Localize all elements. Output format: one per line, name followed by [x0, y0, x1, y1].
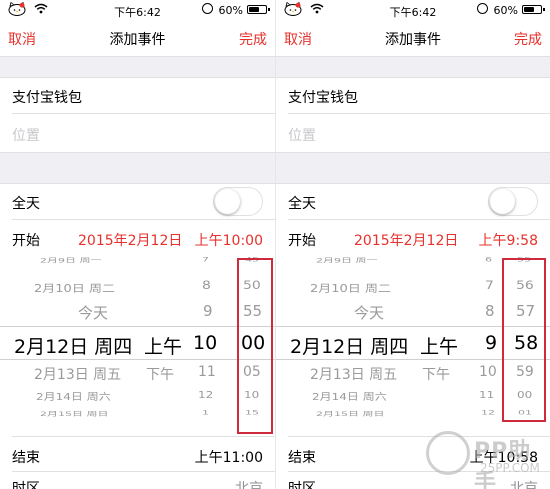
picker-date-item[interactable]: 2月13日 周五	[34, 364, 121, 384]
page-title: 添加事件	[109, 32, 166, 48]
comparison-screenshot: 下午6:42 60% 取消 添加事件 完成 支付宝钱包 位置 全天 开始 201…	[0, 0, 550, 489]
picker-date-item[interactable]: 2月9日 周一	[316, 256, 378, 265]
nav-bar: 取消 添加事件 完成	[0, 20, 275, 56]
picker-hour-item[interactable]: 10	[479, 364, 497, 380]
start-row[interactable]: 开始 2015年2月12日 上午9:58	[276, 219, 550, 257]
timezone-label: 时区	[288, 481, 316, 489]
picker-hour-item[interactable]: 11	[198, 364, 216, 380]
battery-percent: 60%	[493, 4, 518, 17]
all-day-row: 全天	[0, 182, 275, 220]
battery-icon	[247, 5, 270, 14]
start-label: 开始	[12, 233, 40, 249]
picker-hour-item[interactable]: 1	[202, 409, 209, 416]
add-event-screen-1: 下午6:42 60% 取消 添加事件 完成 支付宝钱包 位置 全天 开始 201…	[0, 0, 275, 489]
picker-hour-item[interactable]: 8	[202, 280, 211, 293]
picker-hour-item[interactable]: 12	[198, 389, 213, 400]
all-day-toggle[interactable]	[488, 187, 538, 216]
pp-watermark: PP助手 25PP.COM	[426, 425, 546, 489]
battery-level	[249, 7, 259, 12]
picker-date-item[interactable]: 2月14日 周六	[312, 390, 387, 404]
picker-date-selected[interactable]: 2月12日 周四	[14, 332, 132, 359]
battery-level	[524, 7, 534, 12]
picker-hour-selected[interactable]: 10	[193, 332, 217, 354]
section-gap	[276, 56, 550, 78]
pp-logo-icon	[426, 431, 470, 475]
picker-hour-item[interactable]: 7	[202, 256, 209, 263]
done-button[interactable]: 完成	[239, 29, 267, 49]
all-day-label: 全天	[288, 196, 316, 212]
minute-highlight-box	[502, 258, 546, 422]
minute-highlight-box	[237, 258, 273, 434]
location-placeholder: 位置	[12, 128, 40, 144]
status-bar: 下午6:42 60%	[276, 0, 550, 20]
picker-ampm-item[interactable]: 下午	[146, 364, 174, 384]
picker-ampm-selected[interactable]: 上午	[144, 332, 182, 359]
all-day-label: 全天	[12, 196, 40, 212]
picker-date-item[interactable]: 2月10日 周二	[310, 280, 391, 295]
status-bar: 下午6:42 60%	[0, 0, 275, 20]
start-row[interactable]: 开始 2015年2月12日 上午10:00	[0, 219, 275, 257]
title-field[interactable]: 支付宝钱包	[0, 76, 275, 114]
watermark-sub: 25PP.COM	[480, 461, 540, 475]
timezone-row[interactable]: 时区 北京	[0, 472, 275, 489]
battery-percent: 60%	[218, 4, 243, 17]
start-time: 上午9:58	[478, 233, 538, 249]
nav-bar: 取消 添加事件 完成	[276, 20, 550, 56]
end-label: 结束	[12, 450, 40, 466]
picker-ampm-item[interactable]: 下午	[422, 364, 450, 384]
start-date: 2015年2月12日	[78, 233, 183, 249]
picker-date-item[interactable]: 2月15日 周日	[316, 410, 385, 419]
section-gap	[0, 56, 275, 78]
location-field[interactable]: 位置	[0, 114, 275, 152]
title-value: 支付宝钱包	[288, 90, 358, 106]
picker-date-item[interactable]: 今天	[78, 302, 108, 323]
all-day-row: 全天	[276, 182, 550, 220]
start-time: 上午10:00	[194, 233, 263, 249]
end-label: 结束	[288, 450, 316, 466]
picker-date-selected[interactable]: 2月12日 周四	[290, 332, 408, 359]
add-event-screen-2: 下午6:42 60% 取消 添加事件 完成 支付宝钱包 位置 全天 开始 201…	[275, 0, 550, 489]
alarm-icon	[477, 3, 488, 14]
picker-date-item[interactable]: 2月15日 周日	[40, 410, 109, 419]
section-gap	[276, 152, 550, 184]
picker-hour-item[interactable]: 7	[485, 280, 494, 293]
all-day-toggle[interactable]	[213, 187, 263, 216]
picker-selection-line	[0, 326, 275, 327]
picker-date-item[interactable]: 2月14日 周六	[36, 390, 111, 404]
toggle-knob	[490, 189, 515, 214]
picker-date-item[interactable]: 2月13日 周五	[310, 364, 397, 384]
section-gap	[0, 152, 275, 184]
battery-icon	[522, 5, 545, 14]
picker-hour-item[interactable]: 9	[203, 302, 213, 320]
location-field[interactable]: 位置	[276, 114, 550, 152]
toggle-knob	[215, 189, 240, 214]
alarm-icon	[202, 3, 213, 14]
start-label: 开始	[288, 233, 316, 249]
title-field[interactable]: 支付宝钱包	[276, 76, 550, 114]
picker-ampm-selected[interactable]: 上午	[420, 332, 458, 359]
date-time-picker[interactable]: 2月9日 周一 2月10日 周二 今天 2月12日 周四 2月13日 周五 2月…	[0, 256, 275, 424]
title-value: 支付宝钱包	[12, 90, 82, 106]
picker-date-item[interactable]: 2月9日 周一	[40, 256, 102, 265]
picker-date-item[interactable]: 2月10日 周二	[34, 280, 115, 295]
timezone-label: 时区	[12, 481, 40, 489]
end-row[interactable]: 结束 上午11:00	[0, 436, 275, 474]
picker-hour-item[interactable]: 6	[485, 256, 492, 263]
done-button[interactable]: 完成	[514, 29, 542, 49]
picker-hour-item[interactable]: 12	[481, 409, 495, 416]
picker-date-item[interactable]: 今天	[354, 302, 384, 323]
location-placeholder: 位置	[288, 128, 316, 144]
picker-hour-item[interactable]: 11	[479, 389, 494, 400]
picker-hour-item[interactable]: 8	[485, 302, 495, 320]
picker-hour-selected[interactable]: 9	[485, 332, 497, 354]
picker-selection-line	[0, 359, 275, 360]
start-date: 2015年2月12日	[354, 233, 459, 249]
page-title: 添加事件	[385, 32, 441, 48]
end-time: 上午11:00	[194, 450, 263, 466]
timezone-value: 北京	[235, 481, 263, 489]
